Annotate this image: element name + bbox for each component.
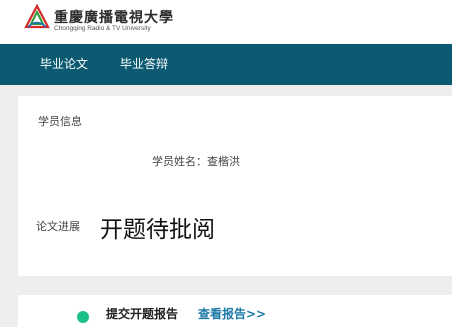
logo-english-name: Chongqing Radio & TV University (54, 25, 151, 32)
nav-item-thesis[interactable]: 毕业论文 (40, 44, 88, 85)
student-name: 学员姓名：查楷洪 (152, 155, 240, 168)
student-info-card: 学员信息 学员姓名：查楷洪 论文进展 开题待批阅 (18, 96, 452, 276)
report-card: 提交开题报告 查看报告>> (18, 295, 452, 327)
nav-item-defense[interactable]: 毕业答辩 (120, 44, 168, 85)
status-dot-icon (77, 311, 89, 323)
university-logo-icon (24, 4, 50, 29)
logo-chinese-name: 重慶廣播電視大學 (54, 10, 174, 26)
student-info-title: 学员信息 (38, 115, 82, 128)
header: 重慶廣播電視大學 Chongqing Radio & TV University (0, 0, 452, 44)
thesis-progress-status: 开题待批阅 (100, 217, 215, 243)
main-nav: 毕业论文 毕业答辩 (0, 44, 452, 85)
submit-report-label: 提交开题报告 (106, 307, 179, 321)
thesis-progress-label: 论文进展 (36, 220, 80, 233)
view-report-link[interactable]: 查看报告>> (198, 305, 266, 322)
